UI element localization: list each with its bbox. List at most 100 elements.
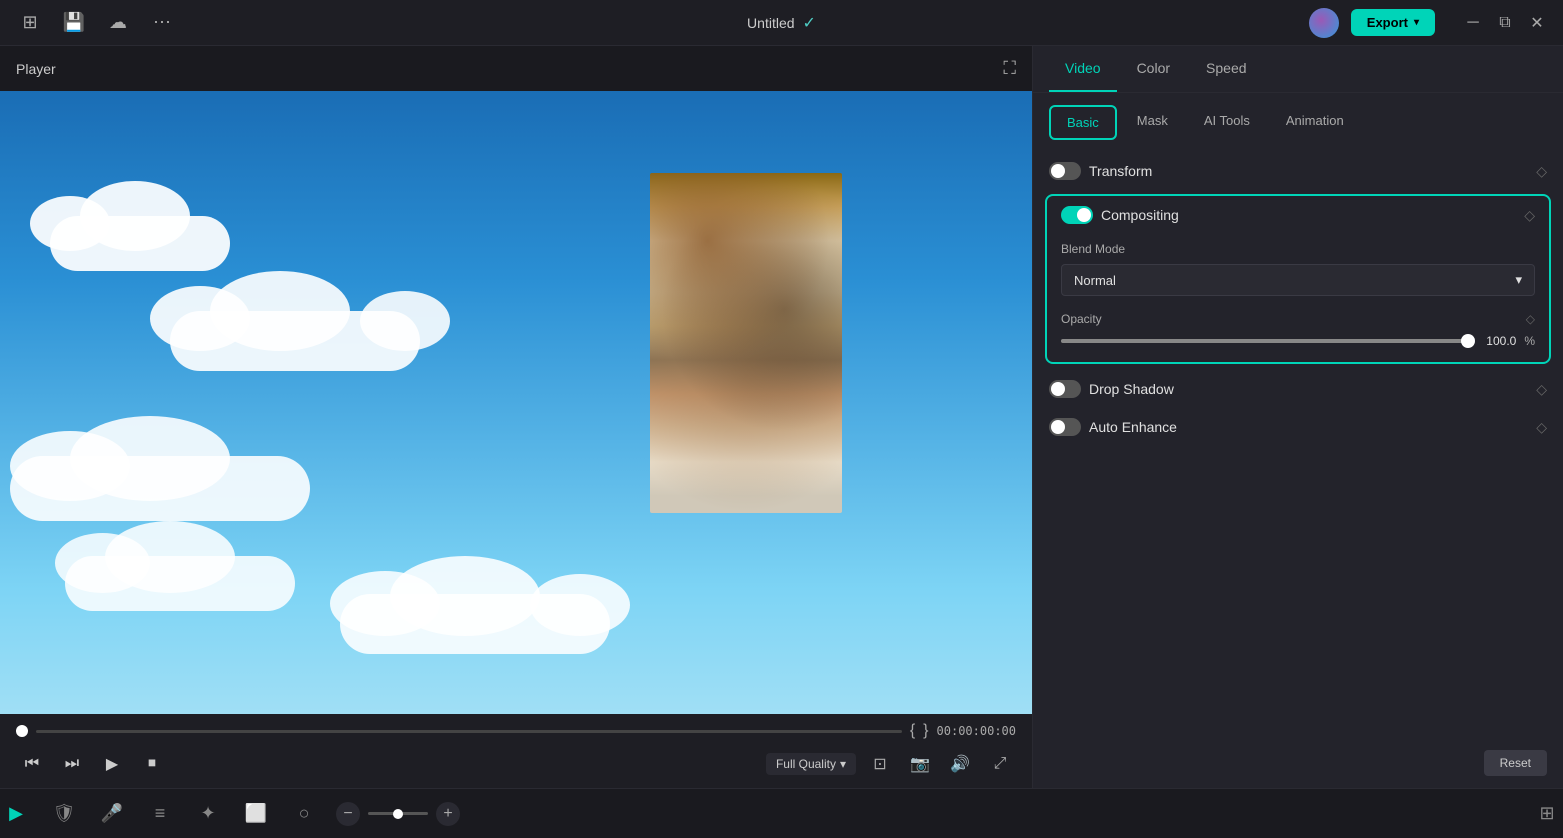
- quality-selector[interactable]: Full Quality ▾: [766, 753, 856, 775]
- titlebar: ⊞ 💾 ☁ ⋯ Untitled ✓ Export ▾ ─ ⧉ ✕: [0, 0, 1563, 46]
- opacity-keyframe-icon[interactable]: ◇: [1526, 312, 1535, 326]
- player-panel: Player ⛶: [0, 46, 1033, 788]
- chevron-down-icon: ▾: [1414, 17, 1419, 28]
- playhead[interactable]: [16, 725, 28, 737]
- drop-shadow-keyframe-icon[interactable]: ◇: [1536, 381, 1547, 398]
- quality-label: Full Quality: [776, 757, 836, 771]
- compositing-header[interactable]: Compositing ◇: [1047, 196, 1549, 234]
- opacity-slider-container: 100.0 %: [1061, 334, 1535, 348]
- step-back-button[interactable]: ⏮: [16, 748, 48, 780]
- save-icon[interactable]: 💾: [60, 9, 88, 37]
- in-point[interactable]: {: [910, 722, 915, 740]
- zoom-controls: − +: [336, 802, 460, 826]
- check-icon: ✓: [803, 13, 816, 33]
- panel-content: Transform ◇ Compositing ◇ Blend Mode Nor…: [1033, 140, 1563, 788]
- drop-shadow-label: Drop Shadow: [1089, 381, 1528, 397]
- titlebar-title: Untitled ✓: [526, 13, 1036, 33]
- user-avatar[interactable]: [1309, 8, 1339, 38]
- maximize-button[interactable]: ⧉: [1495, 13, 1515, 33]
- opacity-pct: %: [1524, 334, 1535, 348]
- auto-enhance-keyframe-icon[interactable]: ◇: [1536, 419, 1547, 436]
- tab-video[interactable]: Video: [1049, 46, 1117, 92]
- window-controls: ─ ⧉ ✕: [1463, 13, 1547, 33]
- zoom-slider[interactable]: [368, 812, 428, 815]
- drop-shadow-toggle[interactable]: [1049, 380, 1081, 398]
- player-canvas: [0, 91, 1032, 714]
- cloud-3: [0, 411, 350, 521]
- shield-icon[interactable]: 🛡: [48, 798, 80, 830]
- sub-tab-mask[interactable]: Mask: [1121, 105, 1184, 140]
- controls-row: ⏮ ⏭ ▶ ⏹ Full Quality ▾ ⊡ 📷 🔊 ⤢: [16, 748, 1016, 780]
- minimize-button[interactable]: ─: [1463, 13, 1483, 33]
- volume-icon[interactable]: 🔊: [944, 748, 976, 780]
- compositing-toggle[interactable]: [1061, 206, 1093, 224]
- timeline-bar: { } 00:00:00:00: [16, 722, 1016, 740]
- quality-chevron-icon: ▾: [840, 757, 846, 771]
- cloud-1: [30, 191, 250, 271]
- zoom-out-button[interactable]: −: [336, 802, 360, 826]
- cloud-icon[interactable]: ☁: [104, 9, 132, 37]
- opacity-row: Opacity ◇: [1061, 312, 1535, 326]
- stop-button[interactable]: ⏹: [136, 748, 168, 780]
- transform-label: Transform: [1089, 163, 1528, 179]
- grid-view-icon[interactable]: ⊞: [1531, 798, 1563, 830]
- fullscreen-icon[interactable]: ⛶: [1003, 58, 1016, 79]
- transform-keyframe-icon[interactable]: ◇: [1536, 163, 1547, 180]
- screen-icon[interactable]: ⬜: [240, 798, 272, 830]
- blend-mode-chevron-icon: ▾: [1515, 272, 1522, 288]
- auto-enhance-toggle[interactable]: [1049, 418, 1081, 436]
- cloud-2: [150, 271, 450, 371]
- list-icon[interactable]: ≡: [144, 798, 176, 830]
- close-button[interactable]: ✕: [1527, 13, 1547, 33]
- blend-mode-label: Blend Mode: [1061, 242, 1535, 256]
- layout-icon[interactable]: ⊞: [16, 9, 44, 37]
- circle-icon[interactable]: ○: [288, 798, 320, 830]
- transform-section-header[interactable]: Transform ◇: [1033, 152, 1563, 190]
- out-point[interactable]: }: [923, 722, 928, 740]
- drop-shadow-section-header[interactable]: Drop Shadow ◇: [1033, 372, 1563, 406]
- play-button[interactable]: ▶: [96, 748, 128, 780]
- panel-tabs: Video Color Speed: [1033, 46, 1563, 93]
- export-button[interactable]: Export ▾: [1351, 9, 1435, 36]
- timecode: 00:00:00:00: [937, 724, 1016, 738]
- document-title: Untitled: [747, 15, 794, 31]
- menu-icon[interactable]: ⋯: [148, 9, 176, 37]
- right-panel: Video Color Speed Basic Mask AI Tools An…: [1033, 46, 1563, 788]
- export-label: Export: [1367, 15, 1408, 30]
- screen-mirror-icon[interactable]: ⊡: [864, 748, 896, 780]
- player-controls: { } 00:00:00:00 ⏮ ⏭ ▶ ⏹ Full Quality ▾ ⊡…: [0, 714, 1032, 788]
- bottom-toolbar: ▶ 🛡 🎤 ≡ ✦ ⬜ ○ − + ⊞: [0, 788, 1563, 838]
- sub-tab-basic[interactable]: Basic: [1049, 105, 1117, 140]
- blend-mode-select[interactable]: Normal ▾: [1061, 264, 1535, 296]
- sub-tab-animation[interactable]: Animation: [1270, 105, 1360, 140]
- fullscreen-button[interactable]: ⤢: [984, 748, 1016, 780]
- compositing-keyframe-icon[interactable]: ◇: [1524, 207, 1535, 224]
- cloud-5: [320, 554, 640, 654]
- timeline-track[interactable]: [36, 730, 902, 733]
- step-forward-small-button[interactable]: ⏭: [56, 748, 88, 780]
- microphone-icon[interactable]: 🎤: [96, 798, 128, 830]
- compositing-label: Compositing: [1101, 207, 1516, 223]
- opacity-slider-track[interactable]: [1061, 339, 1468, 343]
- sub-tabs: Basic Mask AI Tools Animation: [1033, 93, 1563, 140]
- main-area: Player ⛶: [0, 46, 1563, 788]
- zoom-in-button[interactable]: +: [436, 802, 460, 826]
- compositing-section: Compositing ◇ Blend Mode Normal ▾ Opacit…: [1045, 194, 1551, 364]
- blend-mode-value: Normal: [1074, 273, 1116, 288]
- player-title: Player: [16, 61, 56, 77]
- overlay-image: [650, 173, 842, 513]
- opacity-label: Opacity: [1061, 312, 1102, 326]
- tab-speed[interactable]: Speed: [1190, 46, 1262, 92]
- screenshot-icon[interactable]: 📷: [904, 748, 936, 780]
- transform-toggle[interactable]: [1049, 162, 1081, 180]
- play-mode-icon[interactable]: ▶: [0, 798, 32, 830]
- auto-enhance-section-header[interactable]: Auto Enhance ◇: [1033, 410, 1563, 444]
- cloud-4: [50, 521, 330, 611]
- magic-icon[interactable]: ✦: [192, 798, 224, 830]
- player-header: Player ⛶: [0, 46, 1032, 91]
- reset-button[interactable]: Reset: [1484, 750, 1547, 776]
- tab-color[interactable]: Color: [1121, 46, 1186, 92]
- compositing-body: Blend Mode Normal ▾ Opacity ◇: [1047, 234, 1549, 362]
- sub-tab-ai-tools[interactable]: AI Tools: [1188, 105, 1266, 140]
- auto-enhance-label: Auto Enhance: [1089, 419, 1528, 435]
